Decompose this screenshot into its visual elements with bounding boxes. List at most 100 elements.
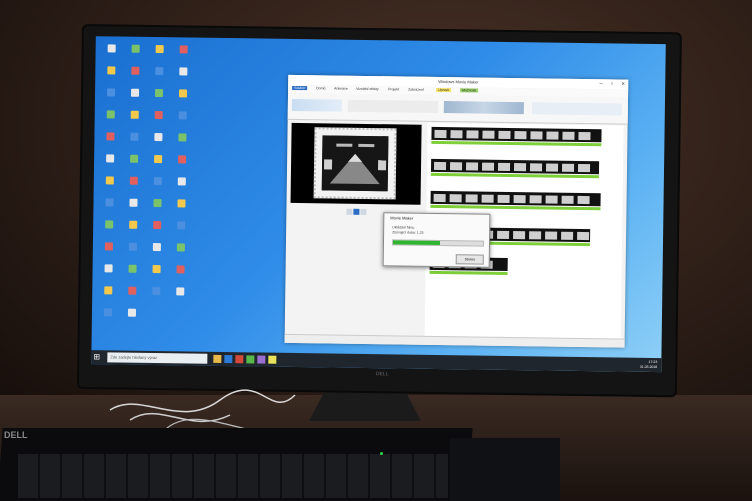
tab-project[interactable]: Projekt bbox=[388, 87, 399, 91]
desktop-shortcut-icon[interactable] bbox=[123, 220, 143, 229]
ribbon-add-group[interactable] bbox=[347, 99, 438, 113]
clip-thumbnail[interactable] bbox=[481, 162, 495, 171]
clip-thumbnail[interactable] bbox=[465, 162, 479, 171]
clip-thumbnail[interactable] bbox=[545, 195, 558, 204]
app-icon[interactable] bbox=[246, 355, 255, 364]
file-explorer-icon[interactable] bbox=[213, 354, 222, 363]
maximize-button[interactable]: ▫ bbox=[607, 80, 617, 88]
clip-thumbnail[interactable] bbox=[497, 162, 511, 171]
clip-thumbnail[interactable] bbox=[578, 131, 591, 141]
desktop-shortcut-icon[interactable] bbox=[125, 88, 145, 97]
clip-thumbnail[interactable] bbox=[482, 130, 495, 139]
desktop-shortcut-icon[interactable] bbox=[100, 132, 120, 141]
clip-thumbnail[interactable] bbox=[529, 163, 543, 172]
clip-thumbnail[interactable] bbox=[433, 193, 446, 203]
tab-options[interactable]: Možnosti bbox=[460, 88, 479, 93]
clip-thumbnail[interactable] bbox=[513, 163, 527, 172]
desktop-shortcut-icon[interactable] bbox=[98, 286, 118, 295]
desktop-shortcut-icon[interactable] bbox=[123, 264, 143, 273]
desktop-shortcut-icon[interactable] bbox=[101, 88, 121, 97]
desktop-shortcut-icon[interactable] bbox=[123, 242, 143, 251]
next-frame-icon[interactable] bbox=[360, 208, 367, 215]
desktop-shortcut-icon[interactable] bbox=[101, 66, 121, 75]
desktop-shortcut-icon[interactable] bbox=[147, 221, 167, 230]
desktop-shortcut-icon[interactable] bbox=[171, 265, 191, 274]
minimize-button[interactable]: – bbox=[596, 80, 606, 88]
tab-file[interactable]: Soubor bbox=[292, 85, 308, 91]
desktop-shortcut-icon[interactable] bbox=[173, 67, 193, 76]
system-tray[interactable]: 17:23 31.03.2016 bbox=[617, 360, 658, 371]
clip-thumbnail[interactable] bbox=[465, 194, 478, 203]
prev-frame-icon[interactable] bbox=[346, 208, 353, 215]
desktop-shortcut-icon[interactable] bbox=[171, 243, 191, 252]
desktop-shortcut-icon[interactable] bbox=[172, 133, 192, 142]
clip-thumbnail[interactable] bbox=[498, 130, 511, 139]
edge-icon[interactable] bbox=[224, 355, 233, 364]
clip-thumbnail[interactable] bbox=[529, 195, 542, 204]
desktop-shortcut-icon[interactable] bbox=[171, 221, 191, 230]
desktop-shortcut-icon[interactable] bbox=[147, 243, 167, 252]
clip-thumbnail[interactable] bbox=[562, 131, 575, 140]
desktop-shortcut-icon[interactable] bbox=[147, 199, 167, 208]
clip-thumbnail[interactable] bbox=[481, 194, 494, 203]
clip-thumbnail[interactable] bbox=[434, 129, 447, 139]
ribbon-themes-gallery[interactable] bbox=[443, 101, 524, 115]
desktop-shortcut-icon[interactable] bbox=[98, 308, 118, 317]
clip-thumbnail[interactable] bbox=[545, 231, 558, 240]
clip-strip[interactable] bbox=[430, 158, 600, 175]
clip-thumbnail[interactable] bbox=[466, 130, 479, 139]
windows-start-icon[interactable]: ⊞ bbox=[93, 352, 103, 362]
play-icon[interactable] bbox=[353, 208, 360, 215]
desktop-shortcut-icon[interactable] bbox=[149, 89, 169, 98]
clip-thumbnail[interactable] bbox=[497, 194, 510, 203]
tab-visual-effects[interactable]: Vizuální efekty bbox=[356, 87, 379, 91]
ribbon-share-group[interactable] bbox=[531, 102, 622, 116]
close-button[interactable]: × bbox=[618, 80, 628, 88]
desktop-shortcut-icon[interactable] bbox=[149, 67, 169, 76]
desktop-shortcut-icon[interactable] bbox=[122, 308, 142, 317]
app-icon[interactable] bbox=[235, 355, 244, 364]
clip-thumbnail[interactable] bbox=[449, 194, 462, 203]
clip-thumbnail[interactable] bbox=[529, 231, 542, 240]
tab-edit[interactable]: Upravit bbox=[436, 87, 452, 93]
clip-thumbnail[interactable] bbox=[497, 230, 510, 239]
desktop-shortcut-icon[interactable] bbox=[101, 110, 121, 119]
clip-thumbnail[interactable] bbox=[561, 231, 574, 240]
desktop-shortcut-icon[interactable] bbox=[124, 176, 144, 185]
desktop-shortcut-icon[interactable] bbox=[149, 111, 169, 120]
clip-thumbnail[interactable] bbox=[450, 130, 463, 139]
clip-strip[interactable] bbox=[430, 190, 601, 207]
clip-thumbnail[interactable] bbox=[545, 163, 559, 172]
clip-thumbnail[interactable] bbox=[577, 163, 591, 173]
desktop-shortcut-icon[interactable] bbox=[148, 177, 168, 186]
desktop-shortcut-icon[interactable] bbox=[171, 199, 191, 208]
tab-home[interactable]: Domů bbox=[316, 86, 325, 90]
ribbon-clipboard-group[interactable] bbox=[291, 98, 342, 112]
desktop-shortcut-icon[interactable] bbox=[150, 45, 170, 54]
movie-maker-window[interactable]: Windows Movie Maker – ▫ × Soubor Domů An… bbox=[284, 74, 629, 348]
clip-thumbnail[interactable] bbox=[513, 195, 526, 204]
desktop-shortcut-icon[interactable] bbox=[146, 287, 166, 296]
desktop-shortcut-icon[interactable] bbox=[173, 111, 193, 120]
desktop-shortcut-icon[interactable] bbox=[172, 177, 192, 186]
desktop-shortcut-icon[interactable] bbox=[99, 264, 119, 273]
app-icon[interactable] bbox=[257, 355, 266, 364]
desktop-shortcut-icon[interactable] bbox=[148, 133, 168, 142]
desktop-shortcut-icon[interactable] bbox=[148, 155, 168, 164]
taskbar-search-input[interactable]: Zde zadejte hledaný výraz bbox=[107, 352, 208, 364]
desktop-shortcut-icon[interactable] bbox=[174, 45, 194, 54]
desktop-shortcut-icon[interactable] bbox=[125, 66, 145, 75]
tab-animations[interactable]: Animace bbox=[334, 87, 348, 91]
desktop-shortcut-icon[interactable] bbox=[123, 198, 143, 207]
clip-thumbnail[interactable] bbox=[433, 161, 447, 171]
clip-thumbnail[interactable] bbox=[513, 231, 526, 240]
desktop-shortcut-icon[interactable] bbox=[170, 287, 190, 296]
desktop-shortcut-icon[interactable] bbox=[124, 132, 144, 141]
desktop-shortcut-icon[interactable] bbox=[125, 110, 145, 119]
clip-thumbnail[interactable] bbox=[514, 131, 527, 140]
clip-thumbnail[interactable] bbox=[530, 131, 543, 140]
desktop-shortcut-icon[interactable] bbox=[100, 154, 120, 163]
clip-thumbnail[interactable] bbox=[546, 131, 559, 140]
desktop-shortcut-icon[interactable] bbox=[99, 242, 119, 251]
desktop-shortcut-icon[interactable] bbox=[147, 265, 167, 274]
